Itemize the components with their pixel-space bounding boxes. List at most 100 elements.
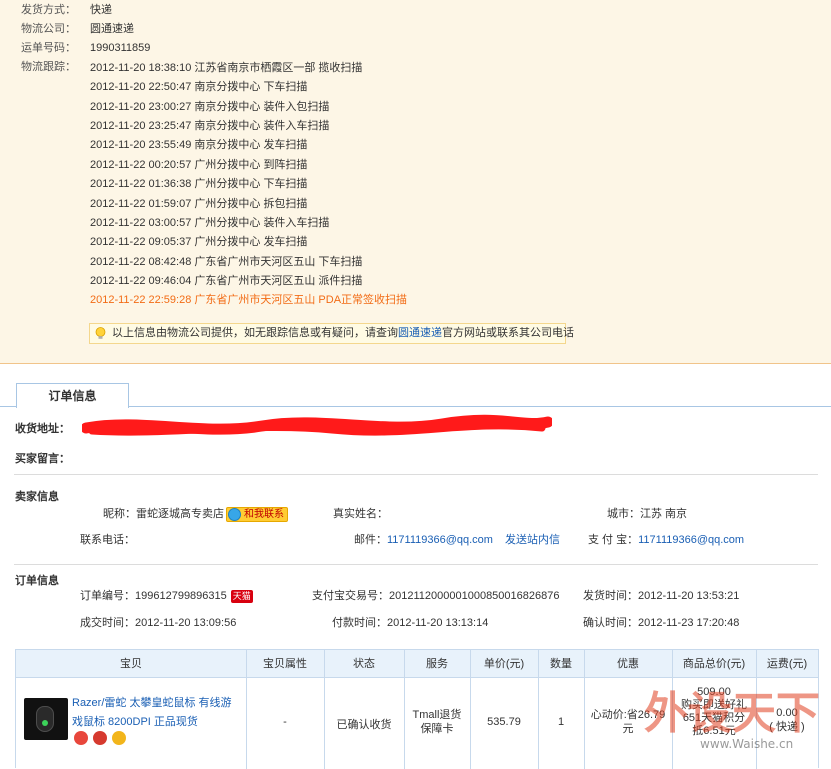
- confirm-time-label: 确认时间：: [583, 617, 638, 629]
- seller-email: 邮件：1171119366@qq.com: [354, 531, 493, 547]
- tracking-number-label: 运单号码：: [21, 42, 76, 54]
- column-divider: [404, 650, 405, 769]
- tracking-event: 2012-11-22 09:46:04 广东省广州市天河区五山 派件扫描: [90, 275, 363, 287]
- deal-time: 成交时间：2012-11-20 13:09:56: [80, 614, 236, 630]
- logistics-company-label: 物流公司：: [21, 23, 76, 35]
- tracking-event: 2012-11-22 08:42:48 广东省广州市天河区五山 下车扫描: [90, 256, 363, 268]
- seller-alipay-label: 支 付 宝：: [588, 534, 639, 546]
- col-header-freight: 运费(元): [766, 658, 808, 670]
- ship-time-value: 2012-11-20 13:53:21: [638, 590, 740, 602]
- lightbulb-icon: [95, 327, 106, 339]
- seller-section-title: 卖家信息: [15, 491, 59, 503]
- service-icon-genuine: [112, 731, 126, 745]
- seller-alipay-link[interactable]: 1171119366@qq.com: [638, 534, 744, 546]
- send-message-link[interactable]: 发送站内信: [505, 531, 560, 547]
- watermark-logo: 外设天下 www.Waishe.cn: [644, 688, 820, 751]
- order-number-value: 199612799896315: [135, 590, 227, 602]
- product-service-icons: [74, 731, 131, 745]
- table-header: 宝贝 宝贝属性 状态 服务 单价(元) 数量 优惠 商品总价(元) 运费(元): [16, 650, 818, 678]
- column-divider: [246, 650, 247, 769]
- product-thumbnail[interactable]: [24, 698, 68, 740]
- contact-seller-button[interactable]: 和我联系: [226, 506, 288, 522]
- tracking-event: 2012-11-20 23:25:47 南京分拨中心 装件入车扫描: [90, 120, 330, 132]
- tip-text-before: 以上信息由物流公司提供，如无跟踪信息或有疑问，请查询: [112, 327, 398, 339]
- watermark-url: www.Waishe.cn: [700, 737, 793, 751]
- logistics-company-value: 圆通速递: [90, 23, 134, 35]
- tab-order-info[interactable]: 订单信息: [16, 383, 129, 408]
- seller-city: 城市：江苏 南京: [607, 505, 687, 521]
- deal-time-value: 2012-11-20 13:09:56: [135, 617, 237, 629]
- logistics-company-row: 物流公司： 圆通速递: [0, 19, 831, 39]
- seller-phone-label: 联系电话：: [80, 534, 135, 546]
- seller-realname-label: 真实姓名：: [333, 508, 388, 520]
- receiver-address-label: 收货地址：: [15, 423, 70, 435]
- col-header-attr: 宝贝属性: [263, 658, 307, 670]
- seller-email-link[interactable]: 1171119366@qq.com: [387, 534, 493, 546]
- tracking-number-row: 运单号码： 1990311859: [0, 38, 831, 58]
- col-header-price: 单价(元): [483, 658, 525, 670]
- pay-time: 付款时间：2012-11-20 13:13:14: [332, 614, 488, 630]
- seller-city-value: 江苏 南京: [640, 508, 688, 520]
- tracking-number-value: 1990311859: [90, 42, 151, 54]
- shipping-method-value: 快递: [90, 4, 112, 16]
- tracking-event-latest: 2012-11-22 22:59:28 广东省广州市天河区五山 PDA正常签收扫…: [90, 294, 408, 306]
- tracking-event: 2012-11-20 18:38:10 江苏省南京市栖霞区一部 揽收扫描: [90, 62, 363, 74]
- product-title-link[interactable]: Razer/雷蛇 太攀皇蛇鼠标 有线游戏鼠标 8200DPI 正品现货: [72, 694, 242, 732]
- alipay-trade-number-label: 支付宝交易号：: [312, 590, 389, 602]
- pay-time-value: 2012-11-20 13:13:14: [387, 617, 489, 629]
- tmall-return-card-link[interactable]: Tmall退货保障卡: [408, 708, 466, 736]
- watermark-text: 外设天下: [644, 688, 820, 739]
- deal-time-label: 成交时间：: [80, 617, 135, 629]
- shipping-method-label: 发货方式：: [21, 4, 76, 16]
- redacted-address-scribble: [82, 414, 552, 436]
- shipping-method-row: 发货方式： 快递: [0, 0, 831, 20]
- service-icon-seven-day: [93, 731, 107, 745]
- column-divider: [538, 650, 539, 769]
- alipay-trade-number: 支付宝交易号：2012112000001000850016826876: [312, 587, 559, 603]
- ship-time: 发货时间：2012-11-20 13:53:21: [583, 587, 739, 603]
- col-header-qty: 数量: [550, 658, 572, 670]
- tracking-event: 2012-11-22 00:20:57 广州分拨中心 到阵扫描: [90, 159, 308, 171]
- tracking-event: 2012-11-22 03:00:57 广州分拨中心 装件入车扫描: [90, 217, 330, 229]
- tracking-event: 2012-11-22 01:59:07 广州分拨中心 拆包扫描: [90, 198, 308, 210]
- alipay-trade-number-value: 2012112000001000850016826876: [389, 590, 560, 602]
- order-number-label: 订单编号：: [80, 590, 135, 602]
- seller-alipay: 支 付 宝：1171119366@qq.com: [588, 531, 744, 547]
- razer-logo-icon: [42, 720, 48, 726]
- section-divider: [14, 564, 818, 565]
- tracking-event: 2012-11-20 22:50:47 南京分拨中心 下车扫描: [90, 81, 308, 93]
- confirm-time-value: 2012-11-23 17:20:48: [638, 617, 740, 629]
- seller-nick: 昵称：雷蛇逐城高专卖店 和我联系: [103, 505, 288, 522]
- wangwang-icon: [228, 507, 241, 521]
- service-icon-return: [74, 731, 88, 745]
- col-header-discount: 优惠: [617, 658, 639, 670]
- tmall-badge: 天猫: [230, 589, 253, 603]
- seller-nick-value[interactable]: 雷蛇逐城高专卖店: [136, 508, 224, 520]
- pay-time-label: 付款时间：: [332, 617, 387, 629]
- order-section-title: 订单信息: [15, 575, 59, 587]
- confirm-time: 确认时间：2012-11-23 17:20:48: [583, 614, 739, 630]
- seller-email-label: 邮件：: [354, 534, 387, 546]
- col-header-status: 状态: [353, 658, 375, 670]
- tracking-event: 2012-11-22 09:05:37 广州分拨中心 发车扫描: [90, 236, 308, 248]
- col-header-item: 宝贝: [120, 658, 142, 670]
- tracking-event: 2012-11-20 23:55:49 南京分拨中心 发车扫描: [90, 139, 308, 151]
- logistics-panel: 发货方式： 快递 物流公司： 圆通速递 运单号码： 1990311859 物流跟…: [0, 0, 831, 364]
- courier-website-link[interactable]: 圆通速递: [398, 327, 442, 339]
- column-divider: [584, 650, 585, 769]
- tracking-event: 2012-11-20 23:00:27 南京分拨中心 装件入包扫描: [90, 101, 330, 113]
- item-price: 535.79: [487, 716, 521, 728]
- mouse-image: [36, 706, 54, 732]
- seller-nick-label: 昵称：: [103, 508, 136, 520]
- item-attr: -: [283, 716, 287, 728]
- section-divider: [14, 474, 818, 475]
- item-status: 已确认收货: [336, 719, 392, 731]
- logistics-tip: 以上信息由物流公司提供，如无跟踪信息或有疑问，请查询圆通速递官方网站或联系其公司…: [89, 323, 574, 344]
- item-qty: 1: [557, 716, 565, 728]
- tip-text-after: 官方网站或联系其公司电话: [442, 327, 574, 339]
- col-header-service: 服务: [426, 658, 448, 670]
- column-divider: [470, 650, 471, 769]
- ship-time-label: 发货时间：: [583, 590, 638, 602]
- tracking-event: 2012-11-22 01:36:38 广州分拨中心 下车扫描: [90, 178, 308, 190]
- order-number: 订单编号：199612799896315 天猫: [80, 587, 253, 603]
